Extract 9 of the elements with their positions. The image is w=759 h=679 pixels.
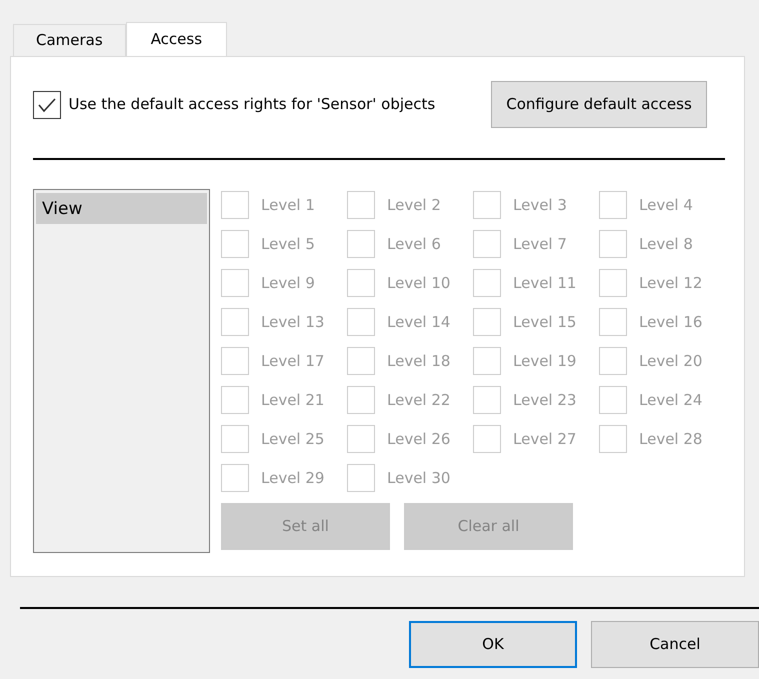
cancel-button[interactable]: Cancel bbox=[591, 621, 759, 668]
ok-button[interactable]: OK bbox=[409, 621, 577, 668]
checkbox-label[interactable]: Use the default access rights for 'Sensor' objects bbox=[68, 93, 436, 116]
tab[interactable]: Access bbox=[126, 22, 228, 56]
configure-default-access-button[interactable]: Configure default access bbox=[491, 81, 707, 128]
checkbox[interactable] bbox=[33, 90, 61, 118]
tab[interactable]: Cameras bbox=[13, 24, 126, 56]
list-item[interactable]: View bbox=[36, 193, 207, 224]
checkmark-icon bbox=[37, 96, 57, 112]
